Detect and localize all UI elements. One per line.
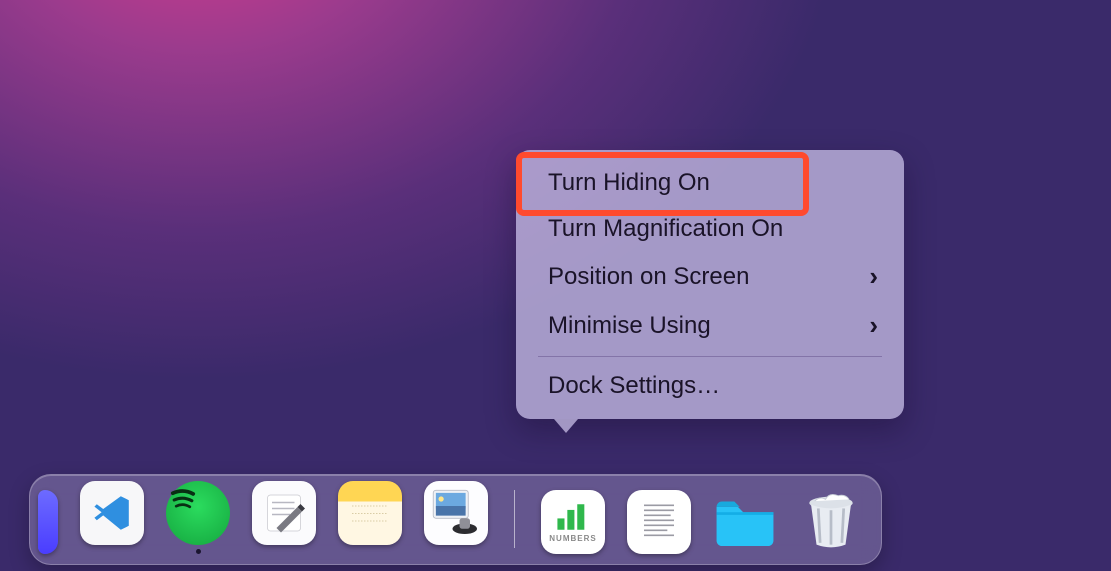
dock-app-vscode[interactable] bbox=[80, 481, 144, 554]
menu-item-label: Turn Hiding On bbox=[548, 169, 710, 197]
dock-app-preview[interactable] bbox=[424, 481, 488, 554]
menu-item-minimise-using[interactable]: Minimise Using › bbox=[516, 301, 904, 350]
dock-app-textedit[interactable] bbox=[252, 481, 316, 554]
dock-context-menu: Turn Hiding On Turn Magnification On Pos… bbox=[516, 150, 904, 419]
menu-item-turn-hiding-on[interactable]: Turn Hiding On bbox=[516, 160, 904, 206]
dock-item-trash[interactable] bbox=[799, 490, 863, 554]
menu-item-dock-settings[interactable]: Dock Settings… bbox=[516, 363, 904, 409]
notes-icon bbox=[338, 481, 402, 545]
numbers-document-icon: NUMBERS bbox=[541, 490, 605, 554]
chevron-right-icon: › bbox=[869, 310, 878, 341]
dock-item-text-doc[interactable] bbox=[627, 490, 691, 554]
dock-container: NUMBERS bbox=[0, 474, 1111, 565]
dock-app-notes[interactable] bbox=[338, 481, 402, 554]
textedit-icon bbox=[252, 481, 316, 545]
menu-item-position-on-screen[interactable]: Position on Screen › bbox=[516, 252, 904, 301]
chevron-right-icon: › bbox=[869, 261, 878, 292]
menu-item-turn-magnification-on[interactable]: Turn Magnification On bbox=[516, 206, 904, 252]
trash-icon bbox=[799, 490, 863, 554]
dock-item-downloads-folder[interactable] bbox=[713, 490, 777, 554]
dock-app-partial[interactable] bbox=[48, 490, 58, 554]
dock-app-spotify[interactable] bbox=[166, 481, 230, 554]
spotify-icon bbox=[166, 481, 230, 545]
menu-item-label: Minimise Using bbox=[548, 312, 711, 340]
folder-icon bbox=[713, 490, 777, 554]
dock-separator[interactable] bbox=[514, 490, 515, 548]
vscode-icon bbox=[80, 481, 144, 545]
file-type-badge: NUMBERS bbox=[549, 534, 596, 543]
menu-item-label: Position on Screen bbox=[548, 263, 749, 291]
desktop-wallpaper: Turn Hiding On Turn Magnification On Pos… bbox=[0, 0, 1111, 571]
dock-item-numbers-doc[interactable]: NUMBERS bbox=[541, 490, 605, 554]
menu-item-label: Dock Settings… bbox=[548, 372, 720, 400]
app-icon bbox=[38, 490, 58, 554]
text-document-icon bbox=[627, 490, 691, 554]
menu-separator bbox=[538, 356, 882, 357]
preview-icon bbox=[424, 481, 488, 545]
menu-item-label: Turn Magnification On bbox=[548, 215, 783, 243]
dock: NUMBERS bbox=[29, 474, 882, 565]
